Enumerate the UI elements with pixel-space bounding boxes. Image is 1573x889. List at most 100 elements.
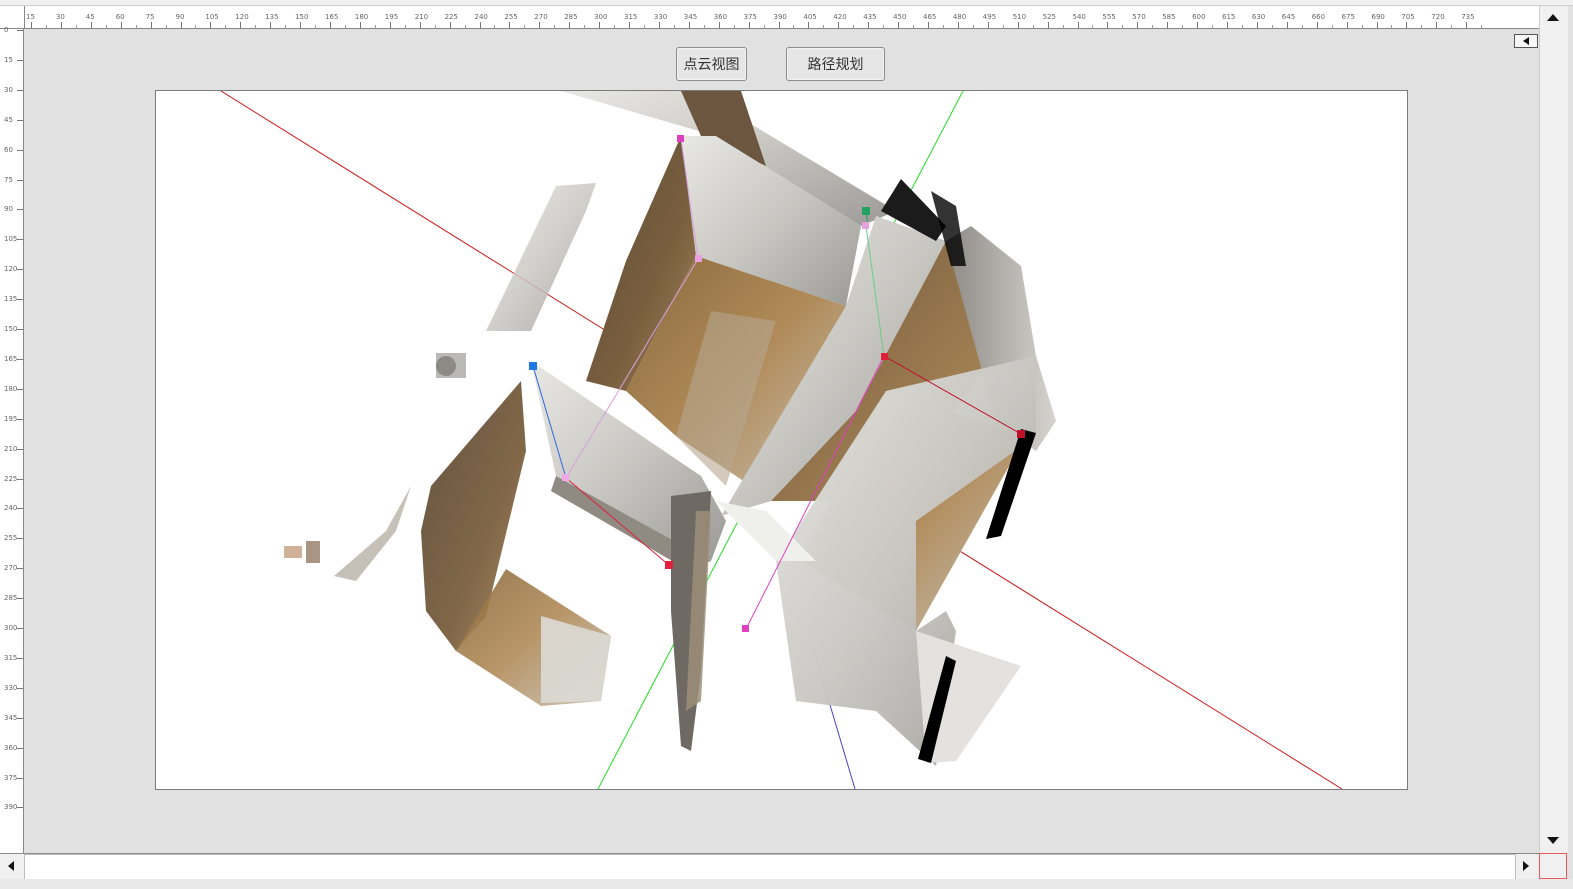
status-strip bbox=[0, 879, 1573, 889]
ruler-h-label: 240 bbox=[474, 13, 488, 21]
marker-left-pink bbox=[562, 474, 569, 481]
ruler-h-label: 300 bbox=[594, 13, 608, 21]
ruler-minor-tick bbox=[853, 25, 855, 28]
ruler-minor-tick bbox=[1451, 25, 1453, 28]
ruler-minor-tick bbox=[1391, 25, 1393, 28]
ruler-tick bbox=[17, 717, 23, 719]
arrow-right-icon[interactable] bbox=[1523, 861, 1529, 871]
marker-pink-bottom bbox=[742, 625, 749, 632]
ruler-v-label: 225 bbox=[4, 474, 18, 483]
ruler-tick bbox=[180, 22, 182, 28]
ruler-minor-tick bbox=[434, 25, 436, 28]
ruler-minor-tick bbox=[285, 25, 287, 28]
ruler-minor-tick bbox=[883, 25, 885, 28]
ruler-minor-tick bbox=[75, 25, 77, 28]
ruler-h-label: 15 bbox=[26, 13, 35, 21]
horizontal-scrollbar[interactable] bbox=[0, 853, 1539, 880]
ruler-tick bbox=[599, 22, 601, 28]
ruler-v-label: 45 bbox=[4, 115, 13, 124]
ruler-minor-tick bbox=[793, 25, 795, 28]
ruler-tick bbox=[17, 508, 23, 510]
ruler-tick bbox=[658, 22, 660, 28]
ruler-h-label: 480 bbox=[952, 13, 967, 21]
ruler-v-label: 330 bbox=[4, 683, 18, 692]
ruler-minor-tick bbox=[1032, 25, 1034, 28]
arrow-down-icon[interactable] bbox=[1547, 837, 1559, 844]
ruler-v-label: 195 bbox=[4, 414, 18, 423]
ruler-tick bbox=[17, 89, 23, 91]
ruler-tick bbox=[17, 807, 23, 809]
ruler-tick bbox=[120, 22, 122, 28]
ruler-tick bbox=[1346, 22, 1348, 28]
horizontal-scroll-track[interactable] bbox=[24, 854, 1516, 880]
ruler-h-label: 195 bbox=[384, 13, 399, 21]
ruler-tick bbox=[17, 59, 23, 61]
ruler-h-label: 345 bbox=[683, 13, 698, 21]
ruler-minor-tick bbox=[614, 25, 616, 28]
ruler-minor-tick bbox=[374, 25, 376, 28]
ruler-minor-tick bbox=[1271, 25, 1273, 28]
ruler-minor-tick bbox=[1122, 25, 1124, 28]
ruler-h-label: 165 bbox=[325, 13, 339, 21]
ruler-tick bbox=[359, 22, 361, 28]
ruler-minor-tick bbox=[404, 25, 406, 28]
ruler-minor-tick bbox=[972, 25, 974, 28]
ruler-v-label: 255 bbox=[4, 534, 18, 543]
ruler-h-label: 555 bbox=[1102, 13, 1116, 21]
ruler-h-label: 75 bbox=[145, 13, 155, 21]
ruler-h-label: 570 bbox=[1132, 13, 1146, 21]
ruler-v-label: 375 bbox=[4, 773, 18, 782]
ruler-tick bbox=[1137, 22, 1139, 28]
pointcloud-view-button[interactable]: 点云视图 bbox=[676, 47, 747, 81]
ruler-h-label: 645 bbox=[1281, 13, 1296, 21]
ruler-tick bbox=[17, 30, 23, 31]
vertical-scrollbar[interactable] bbox=[1539, 6, 1568, 853]
ruler-tick bbox=[748, 22, 750, 28]
collapse-panel-button[interactable] bbox=[1514, 34, 1538, 48]
debris-strip bbox=[486, 183, 596, 331]
ruler-minor-tick bbox=[165, 25, 167, 28]
arrow-left-icon[interactable] bbox=[8, 861, 14, 871]
ruler-tick bbox=[509, 22, 511, 28]
ruler-minor-tick bbox=[1331, 25, 1333, 28]
ruler-tick bbox=[808, 22, 810, 28]
ruler-tick bbox=[868, 22, 870, 28]
ruler-tick bbox=[1316, 22, 1318, 28]
ruler-h-label: 585 bbox=[1162, 13, 1176, 21]
ruler-v-label: 15 bbox=[4, 55, 13, 64]
marker-pink-right bbox=[862, 222, 869, 229]
ruler-h-label: 45 bbox=[85, 13, 95, 21]
ruler-tick bbox=[539, 22, 541, 28]
ruler-minor-tick bbox=[554, 25, 556, 28]
ruler-tick bbox=[17, 657, 23, 659]
ruler-minor-tick bbox=[1092, 25, 1094, 28]
ruler-minor-tick bbox=[1152, 25, 1154, 28]
ruler-h-label: 450 bbox=[893, 13, 907, 21]
ruler-minor-tick bbox=[135, 25, 137, 28]
ruler-tick bbox=[17, 598, 23, 600]
ruler-tick bbox=[1197, 22, 1199, 28]
ruler-minor-tick bbox=[823, 25, 825, 28]
ruler-tick bbox=[300, 22, 302, 28]
ruler-tick bbox=[479, 22, 481, 28]
ruler-v-label: 390 bbox=[4, 803, 18, 812]
ruler-tick bbox=[17, 478, 23, 480]
ruler-h-label: 660 bbox=[1311, 13, 1326, 21]
ruler-tick bbox=[17, 269, 23, 271]
ruler-tick bbox=[1376, 22, 1378, 28]
ruler-tick bbox=[17, 568, 23, 570]
marker-blue bbox=[529, 362, 537, 370]
arrow-up-icon[interactable] bbox=[1547, 14, 1559, 21]
path-planning-button[interactable]: 路径规划 bbox=[786, 47, 885, 81]
ruler-tick bbox=[31, 22, 32, 28]
ruler-minor-tick bbox=[584, 25, 586, 28]
ruler-minor-tick bbox=[1002, 25, 1004, 28]
ruler-minor-tick bbox=[1241, 25, 1243, 28]
ruler-h-label: 525 bbox=[1042, 13, 1056, 21]
ruler-minor-tick bbox=[1062, 25, 1064, 28]
ruler-h-label: 60 bbox=[115, 13, 125, 21]
ruler-minor-tick bbox=[763, 25, 765, 28]
ruler-minor-tick bbox=[105, 25, 107, 28]
ruler-minor-tick bbox=[225, 25, 227, 28]
pointcloud-viewport[interactable] bbox=[155, 90, 1408, 790]
